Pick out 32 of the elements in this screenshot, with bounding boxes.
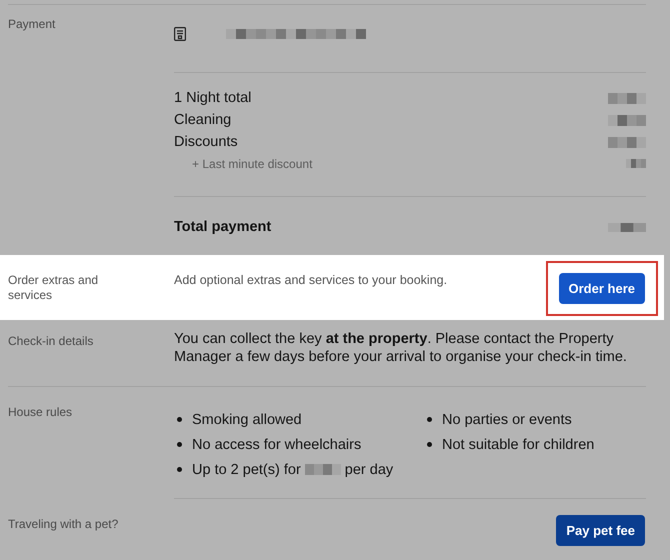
redacted-text <box>608 136 646 148</box>
receipt-icon <box>174 27 186 41</box>
bullet-icon <box>427 417 432 422</box>
redacted-text <box>608 114 646 126</box>
line-label: Cleaning <box>174 112 232 128</box>
redacted-text <box>608 222 646 232</box>
section-label: Check-in details <box>8 333 94 350</box>
rule-text: per day <box>344 462 394 478</box>
section-label: House rules <box>8 404 74 421</box>
section-label: Traveling with a pet? <box>8 516 120 533</box>
redacted-text <box>626 159 646 168</box>
line-label: Discounts <box>174 134 238 150</box>
sub-line-label: + Last minute discount <box>192 156 312 170</box>
rule-text: No parties or events <box>442 412 572 428</box>
rule-text: No access for wheelchairs <box>192 436 362 452</box>
info-text: You can collect the key at the property. Please contact the Property Manager a few days before your arrival to organise your check-in time. <box>174 330 628 367</box>
bullet-icon <box>427 442 432 447</box>
total-label: Total payment <box>174 219 272 235</box>
rule-text: Up to 2 pet(s) for <box>192 462 301 478</box>
rule-text: Smoking allowed <box>192 412 302 428</box>
bullet-icon <box>177 442 182 447</box>
rule-text: Not suitable for children <box>442 436 594 452</box>
bullet-icon <box>177 417 182 422</box>
line-label: 1 Night total <box>174 90 252 106</box>
section-label: Order extras and services <box>8 272 100 304</box>
redacted-text <box>304 464 341 475</box>
bullet-icon <box>177 467 182 472</box>
action-button[interactable]: Pay pet fee <box>556 515 645 546</box>
action-button[interactable]: Order here <box>558 273 645 304</box>
redacted-text <box>608 92 646 104</box>
section-label: Payment <box>8 16 56 33</box>
description-text: Add optional extras and services to your booking. <box>174 272 448 287</box>
